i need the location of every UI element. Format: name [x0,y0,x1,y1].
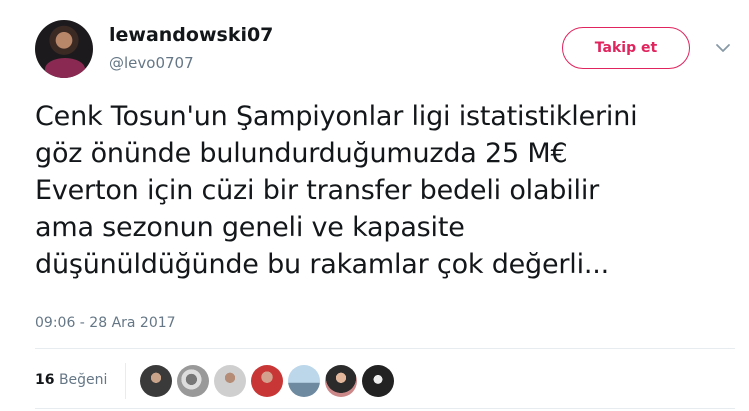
liker-avatar[interactable] [288,365,320,397]
liker-avatars [140,365,399,397]
likes-count: 16 [35,372,55,388]
divider [35,348,735,349]
user-display-name[interactable]: lewandowski07 [109,24,273,46]
liker-avatar[interactable] [177,365,209,397]
likes-stat[interactable]: 16 Beğeni [35,372,107,388]
tweet-card: lewandowski07 @levo0707 Takip et Cenk To… [0,0,749,411]
liker-avatar[interactable] [140,365,172,397]
divider [125,363,126,399]
follow-button[interactable]: Takip et [562,27,690,69]
tweet-text-line: ama sezonun geneli ve kapasite [35,212,465,243]
user-handle[interactable]: @levo0707 [109,54,194,72]
tweet-text-line: Cenk Tosun'un Şampiyonlar ligi istatisti… [35,101,638,132]
liker-avatar[interactable] [214,365,246,397]
likes-label: Beğeni [58,372,108,388]
liker-avatar[interactable] [362,365,394,397]
tweet-text-line: düşünüldüğünde bu rakamlar çok değerli..… [35,249,610,280]
liker-avatar[interactable] [251,365,283,397]
user-avatar[interactable] [35,20,93,78]
chevron-down-icon[interactable] [713,38,733,58]
tweet-text-line: Everton için cüzi bir transfer bedeli ol… [35,175,600,206]
tweet-text: Cenk Tosun'un Şampiyonlar ligi istatisti… [35,98,735,283]
tweet-text-line: göz önünde bulundurduğumuzda 25 M€ [35,138,568,169]
follow-button-label: Takip et [594,40,658,56]
divider [35,408,735,409]
liker-avatar[interactable] [325,365,357,397]
tweet-timestamp[interactable]: 09:06 - 28 Ara 2017 [35,315,176,331]
